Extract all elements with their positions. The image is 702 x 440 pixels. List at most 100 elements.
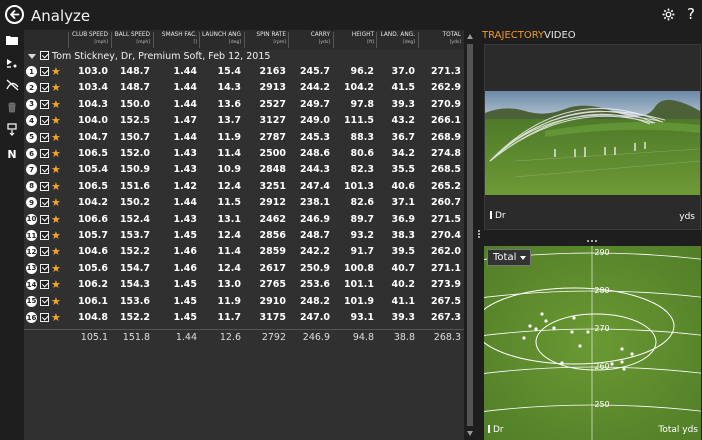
star-icon[interactable]: ★ [51, 195, 61, 211]
column-header[interactable]: SPIN RATE [rpm] [256, 32, 286, 46]
column-header[interactable]: CLUB SPEED [mph] [72, 32, 108, 46]
table-cell: 267.5 [430, 295, 461, 307]
shot-checkbox[interactable] [40, 67, 49, 76]
export-icon[interactable] [4, 122, 20, 136]
star-icon[interactable]: ★ [51, 228, 61, 244]
scroll-thumb[interactable] [467, 44, 473, 426]
table-cell: 11.4 [217, 148, 241, 159]
star-icon[interactable]: ★ [51, 244, 61, 260]
column-separator [418, 32, 419, 48]
table-row[interactable]: 11 ★ 105.7 153.7 1.45 12.4 2856 248.7 93.2 38.3 27… [24, 228, 464, 244]
group-checkbox[interactable] [40, 51, 49, 60]
column-header-unit: [yds] [318, 40, 330, 45]
shot-checkbox[interactable] [40, 116, 49, 126]
table-scrollbar[interactable] [464, 30, 476, 440]
table-row[interactable]: 12 ★ 104.6 152.2 1.46 11.4 2859 242.2 91.7 39.5 26… [24, 244, 464, 260]
help-button[interactable]: ? [683, 5, 699, 23]
metric-dropdown[interactable]: Total [487, 249, 531, 266]
column-separator [288, 32, 289, 48]
shot-number-badge: 1 [26, 66, 37, 77]
star-icon[interactable]: ★ [51, 130, 61, 146]
table-row[interactable]: 16 ★ 104.8 152.2 1.45 11.7 3175 247.0 93.1 39.3 26… [24, 310, 464, 326]
shot-checkbox[interactable] [40, 231, 49, 240]
scroll-down-icon[interactable] [467, 431, 473, 436]
shot-checkbox[interactable] [40, 247, 49, 257]
table-cell: 2787 [259, 131, 286, 143]
table-row[interactable]: 4 ★ 104.0 152.5 1.47 13.7 3127 249.0 111.5 43.2 26… [24, 113, 464, 129]
table-row[interactable]: 7 ★ 105.4 150.9 1.43 10.9 2848 244.3 82.3 35.5 268… [24, 162, 464, 178]
shot-checkbox[interactable] [40, 99, 49, 109]
back-button[interactable] [5, 5, 24, 24]
table-cell: 247.4 [299, 180, 330, 192]
star-icon[interactable]: ★ [51, 162, 61, 178]
scroll-up-icon[interactable] [467, 34, 473, 39]
star-icon[interactable]: ★ [51, 64, 61, 80]
column-header[interactable]: BALL SPEED [mph] [115, 32, 150, 46]
tab-trajectory[interactable]: TRAJECTORY [482, 30, 544, 41]
column-header[interactable]: TOTAL [yds] [443, 32, 461, 46]
column-header-label: BALL SPEED [114, 32, 150, 38]
shot-checkbox[interactable] [40, 313, 49, 322]
settings-button[interactable] [660, 6, 676, 22]
shot-checkbox[interactable] [40, 214, 49, 224]
session-group-row[interactable]: Tom Stickney, Dr, Premium Soft, Feb 12, … [24, 50, 464, 63]
table-cell: 265.2 [430, 180, 461, 192]
table-row[interactable]: 13 ★ 105.6 154.7 1.46 12.4 2617 250.9 100.8 40.7 2… [24, 261, 464, 277]
dispersion-footer-label: Total yds [658, 425, 698, 435]
table-row[interactable]: 6 ★ 106.5 152.0 1.43 11.4 2500 248.6 80.6 34.2 274… [24, 146, 464, 162]
star-icon[interactable]: ★ [51, 212, 61, 228]
shot-checkbox[interactable] [40, 198, 49, 208]
trajectory-view: Dr yds [484, 44, 701, 230]
trajectory-off-icon[interactable] [4, 78, 20, 92]
star-icon[interactable]: ★ [51, 146, 61, 162]
shot-checkbox[interactable] [40, 181, 49, 191]
shot-checkbox[interactable] [40, 165, 49, 175]
shot-checkbox[interactable] [40, 263, 49, 273]
shot-checkbox[interactable] [40, 280, 49, 290]
shot-number-badge: 11 [26, 230, 37, 241]
table-cell: 12.4 [217, 230, 241, 241]
table-row[interactable]: 5 ★ 104.7 150.7 1.44 11.9 2787 245.3 88.3 36.7 268… [24, 130, 464, 146]
star-icon[interactable]: ★ [51, 261, 61, 277]
shot-number-badge: 14 [26, 279, 37, 291]
star-icon[interactable]: ★ [51, 277, 61, 293]
shot-checkbox[interactable] [40, 83, 49, 93]
table-row[interactable]: 1 ★ 103.0 148.7 1.44 15.4 2163 245.7 96.2 37.0 271… [24, 64, 464, 80]
column-header[interactable]: LAND. ANG. [deg] [381, 32, 415, 46]
shot-checkbox[interactable] [40, 132, 49, 142]
splitter-grip-icon [478, 230, 480, 238]
table-row[interactable]: 8 ★ 106.5 151.6 1.42 12.4 3251 247.4 101.3 40.6 26… [24, 179, 464, 195]
tab-video[interactable]: VIDEO [544, 30, 576, 41]
column-header[interactable]: CARRY [yds] [311, 32, 330, 46]
star-icon[interactable]: ★ [51, 97, 61, 113]
star-icon[interactable]: ★ [51, 179, 61, 195]
column-header[interactable]: SMASH FAC. [] [162, 32, 197, 46]
table-row[interactable]: 15 ★ 106.1 153.6 1.45 11.9 2910 248.2 101.9 41.1 2… [24, 294, 464, 310]
column-header[interactable]: LAUNCH ANG [deg] [202, 32, 241, 46]
star-icon[interactable]: ★ [51, 294, 61, 310]
average-cell: 94.8 [352, 332, 374, 343]
column-header-unit: [] [193, 40, 197, 45]
table-row[interactable]: 10 ★ 106.6 152.4 1.43 13.1 2462 246.9 89.7 36.9 27… [24, 212, 464, 228]
collapse-triangle-icon[interactable] [28, 54, 36, 59]
shot-checkbox[interactable] [40, 149, 49, 158]
normalize-button[interactable]: N [4, 147, 20, 161]
table-cell: 2500 [259, 148, 286, 159]
table-row[interactable]: 9 ★ 104.2 150.2 1.44 11.5 2912 238.1 82.6 37.1 260… [24, 195, 464, 211]
horizontal-splitter[interactable] [482, 239, 702, 243]
folder-icon[interactable] [4, 33, 20, 47]
star-icon[interactable]: ★ [51, 113, 61, 129]
column-header-label: LAUNCH ANG [202, 32, 241, 38]
table-cell: 88.3 [350, 131, 374, 143]
star-icon[interactable]: ★ [51, 310, 61, 326]
table-row[interactable]: 2 ★ 103.4 148.7 1.44 14.3 2913 244.2 104.2 41.5 26… [24, 80, 464, 96]
table-row[interactable]: 14 ★ 106.2 154.3 1.45 13.0 2765 253.6 101.1 40.2 2… [24, 277, 464, 293]
ring-label-290: 290 [594, 248, 609, 257]
table-cell: 43.2 [391, 115, 415, 127]
flag-filter-icon[interactable] [4, 56, 20, 70]
star-icon[interactable]: ★ [51, 80, 61, 96]
column-header[interactable]: HEIGHT [ft] [352, 32, 374, 46]
shot-checkbox[interactable] [40, 296, 49, 306]
trash-icon[interactable] [4, 100, 20, 114]
table-row[interactable]: 3 ★ 104.3 150.0 1.44 13.6 2527 249.7 97.8 39.3 270… [24, 97, 464, 113]
